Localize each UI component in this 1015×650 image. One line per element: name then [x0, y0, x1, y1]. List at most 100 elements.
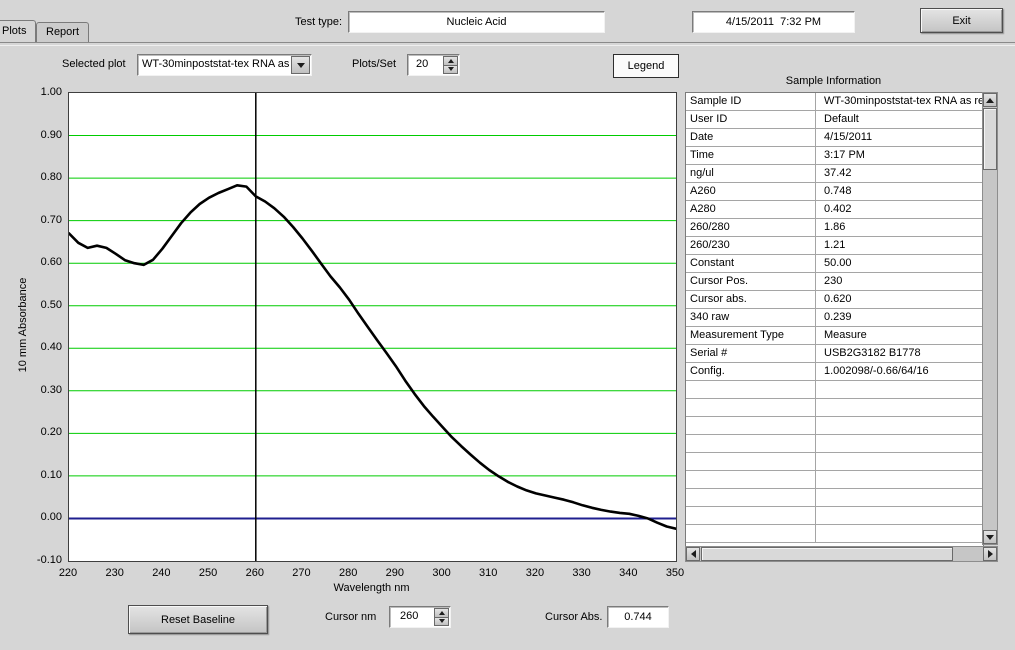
tab-report[interactable]: Report	[36, 22, 89, 42]
sample-info-field-value: USB2G3182 B1778	[816, 345, 983, 362]
sample-info-field-label: A280	[686, 201, 816, 218]
x-tick-label: 340	[614, 567, 642, 579]
sample-info-field-value: 1.86	[816, 219, 983, 236]
selected-plot-dropdown[interactable]: WT-30minpoststat-tex RNA as	[137, 54, 312, 76]
cursor-abs-value: 0.744	[624, 611, 652, 623]
x-tick-label: 270	[287, 567, 315, 579]
plots-per-set-stepper[interactable]: 20	[407, 54, 460, 76]
sample-info-field-label	[686, 489, 816, 506]
sample-info-field-label: 260/280	[686, 219, 816, 236]
sample-info-empty-row	[686, 417, 983, 435]
y-tick-label: 0.40	[24, 341, 62, 353]
sample-info-field-value: 1.002098/-0.66/64/16	[816, 363, 983, 380]
sample-info-field-label: Constant	[686, 255, 816, 272]
exit-button[interactable]: Exit	[920, 8, 1003, 33]
sample-info-field-value: 230	[816, 273, 983, 290]
sample-info-field-label: Date	[686, 129, 816, 146]
reset-baseline-button[interactable]: Reset Baseline	[128, 605, 268, 634]
sample-info-field-value: 1.21	[816, 237, 983, 254]
x-tick-label: 220	[54, 567, 82, 579]
spectrum-plot[interactable]	[68, 92, 677, 562]
x-tick-label: 350	[661, 567, 689, 579]
sample-info-vscrollbar[interactable]	[982, 92, 998, 545]
sample-info-row[interactable]: Date4/15/2011	[686, 129, 983, 147]
selected-plot-label: Selected plot	[62, 58, 126, 70]
sample-info-field-value: 37.42	[816, 165, 983, 182]
sample-info-row[interactable]: Cursor Pos.230	[686, 273, 983, 291]
sample-info-row[interactable]: Time3:17 PM	[686, 147, 983, 165]
sample-info-empty-row	[686, 471, 983, 489]
sample-info-field-label	[686, 525, 816, 542]
sample-info-row[interactable]: Cursor abs.0.620	[686, 291, 983, 309]
sample-info-field-label: 260/230	[686, 237, 816, 254]
scroll-right-icon[interactable]	[983, 547, 997, 561]
hscroll-thumb[interactable]	[701, 547, 953, 561]
test-type-value: Nucleic Acid	[447, 16, 507, 28]
sample-info-field-label	[686, 417, 816, 434]
spin-down-icon[interactable]	[443, 66, 458, 75]
sample-info-field-value: 3:17 PM	[816, 147, 983, 164]
scroll-left-icon[interactable]	[686, 547, 700, 561]
spectrum-chart	[69, 93, 676, 561]
tab-plots[interactable]: Plots	[0, 20, 36, 42]
spin-up-icon[interactable]	[434, 608, 449, 618]
y-tick-label: 0.80	[24, 171, 62, 183]
plots-per-set-label: Plots/Set	[352, 58, 396, 70]
sample-info-empty-row	[686, 381, 983, 399]
sample-info-field-label: ng/ul	[686, 165, 816, 182]
y-tick-label: 0.00	[24, 511, 62, 523]
sample-info-row[interactable]: Serial #USB2G3182 B1778	[686, 345, 983, 363]
sample-info-empty-row	[686, 435, 983, 453]
spin-down-icon[interactable]	[434, 618, 449, 627]
sample-info-title: Sample Information	[685, 75, 982, 87]
sample-info-field-value: 4/15/2011	[816, 129, 983, 146]
sample-info-row[interactable]: Config.1.002098/-0.66/64/16	[686, 363, 983, 381]
cursor-abs-field: 0.744	[607, 606, 669, 628]
selected-plot-value: WT-30minpoststat-tex RNA as	[142, 58, 289, 70]
spin-up-icon[interactable]	[443, 56, 458, 66]
sample-info-row[interactable]: User IDDefault	[686, 111, 983, 129]
sample-info-field-value	[816, 453, 983, 470]
y-tick-label: 0.50	[24, 299, 62, 311]
sample-info-row[interactable]: Measurement TypeMeasure	[686, 327, 983, 345]
cursor-nm-value: 260	[400, 610, 418, 622]
sample-info-row[interactable]: 340 raw0.239	[686, 309, 983, 327]
chevron-down-icon[interactable]	[291, 56, 310, 74]
sample-info-field-value	[816, 399, 983, 416]
sample-info-field-label	[686, 399, 816, 416]
sample-info-field-label	[686, 453, 816, 470]
sample-info-row[interactable]: A2800.402	[686, 201, 983, 219]
sample-info-field-value	[816, 435, 983, 452]
scroll-up-icon[interactable]	[983, 93, 997, 107]
datetime-field: 4/15/2011 7:32 PM	[692, 11, 855, 33]
sample-info-row[interactable]: 260/2301.21	[686, 237, 983, 255]
vscroll-thumb[interactable]	[983, 108, 997, 170]
sample-info-field-value	[816, 507, 983, 524]
sample-info-empty-row	[686, 489, 983, 507]
y-tick-label: 0.20	[24, 426, 62, 438]
x-tick-label: 230	[101, 567, 129, 579]
sample-info-row[interactable]: A2600.748	[686, 183, 983, 201]
sample-info-field-value: 0.620	[816, 291, 983, 308]
y-tick-label: 0.60	[24, 256, 62, 268]
sample-info-field-label	[686, 381, 816, 398]
sample-info-field-value: 0.748	[816, 183, 983, 200]
sample-info-field-value: Default	[816, 111, 983, 128]
sample-info-field-label: Sample ID	[686, 93, 816, 110]
scroll-down-icon[interactable]	[983, 530, 997, 544]
test-type-field[interactable]: Nucleic Acid	[348, 11, 605, 33]
sample-info-table: Sample IDWT-30minpoststat-tex RNA as rec…	[685, 92, 984, 547]
y-tick-label: 0.70	[24, 214, 62, 226]
sample-info-row[interactable]: 260/2801.86	[686, 219, 983, 237]
sample-info-row[interactable]: Constant50.00	[686, 255, 983, 273]
x-tick-label: 300	[428, 567, 456, 579]
legend-button[interactable]: Legend	[613, 54, 679, 78]
cursor-nm-stepper[interactable]: 260	[389, 606, 451, 628]
sample-info-row[interactable]: Sample IDWT-30minpoststat-tex RNA as rec	[686, 93, 983, 111]
sample-info-field-label: Config.	[686, 363, 816, 380]
sample-info-field-label: Cursor Pos.	[686, 273, 816, 290]
sample-info-hscrollbar[interactable]	[685, 546, 998, 562]
sample-info-field-value: WT-30minpoststat-tex RNA as rec	[816, 93, 983, 110]
y-tick-label: 0.90	[24, 129, 62, 141]
sample-info-row[interactable]: ng/ul37.42	[686, 165, 983, 183]
